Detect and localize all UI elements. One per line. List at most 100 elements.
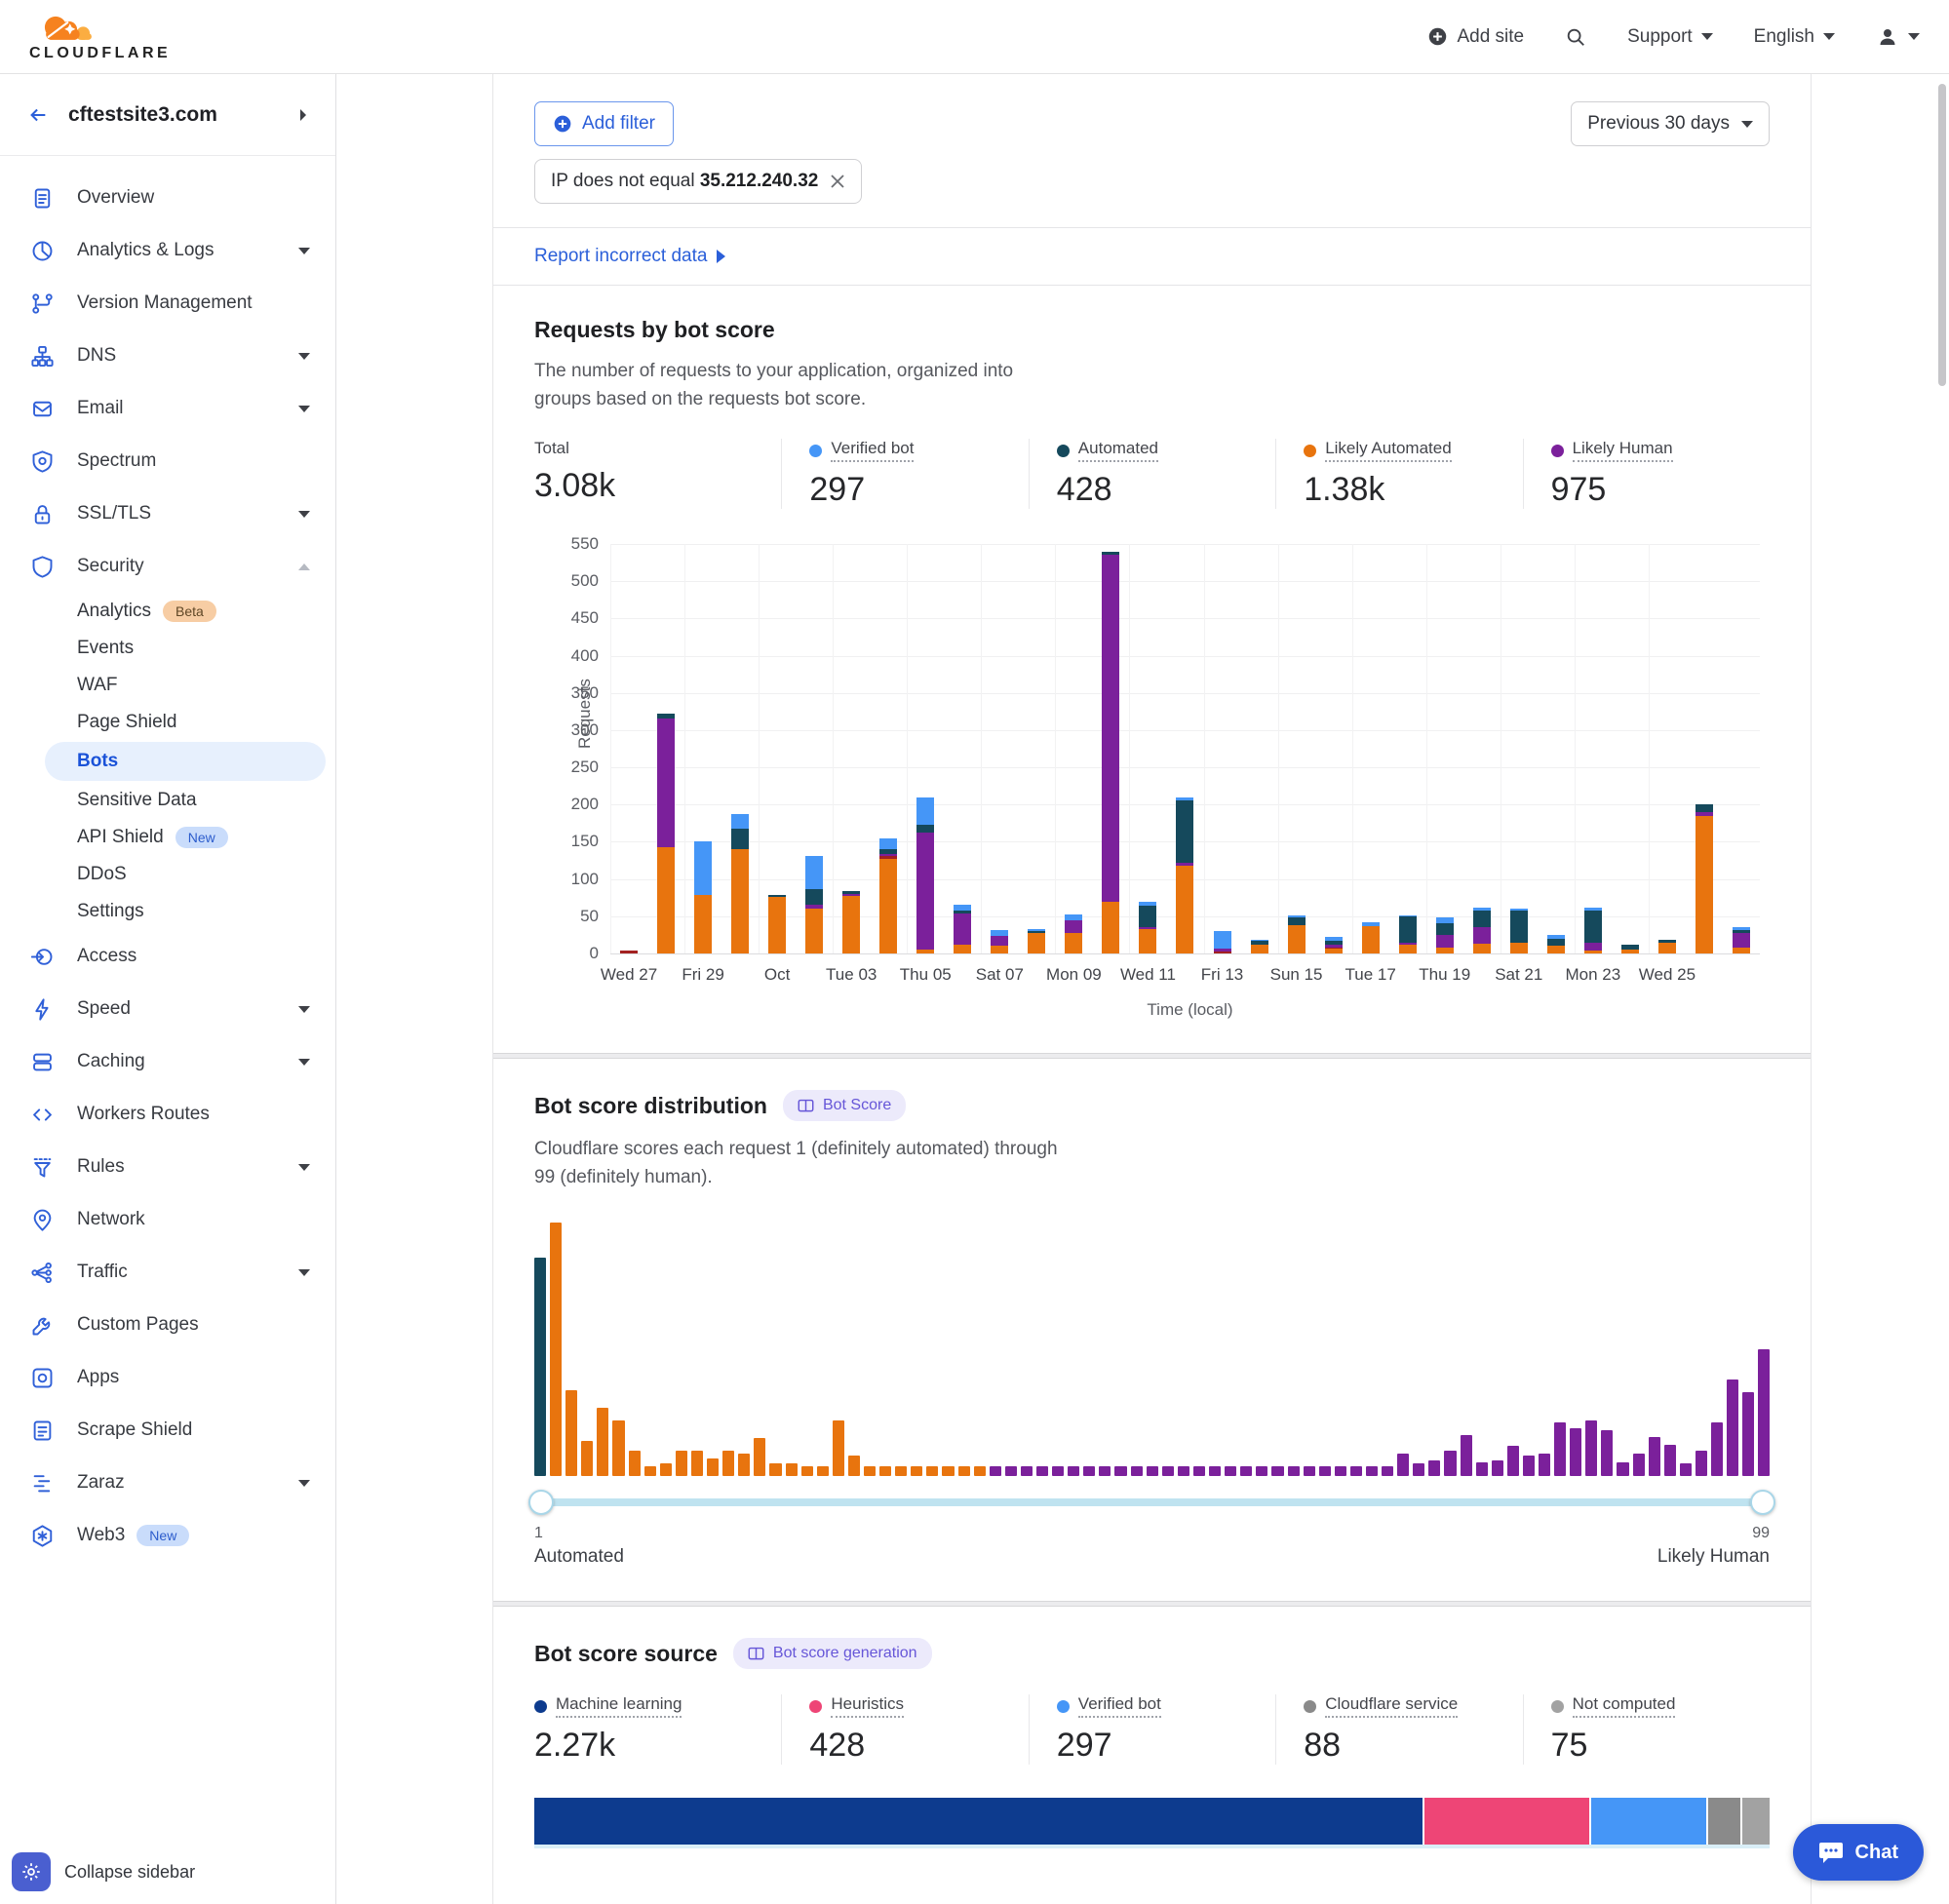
bar-unlabeled[interactable] — [1686, 544, 1723, 953]
bar-unlabeled[interactable] — [721, 544, 759, 953]
sidebar-subitem-bots[interactable]: Bots — [45, 742, 326, 781]
bar-unlabeled[interactable] — [1166, 544, 1203, 953]
sidebar-item-workers-routes[interactable]: Workers Routes — [0, 1088, 335, 1141]
histogram-bar — [676, 1451, 687, 1476]
sidebar-item-apps[interactable]: Apps — [0, 1351, 335, 1404]
sidebar-item-dns[interactable]: DNS — [0, 330, 335, 382]
sidebar-subitem-page-shield[interactable]: Page Shield — [0, 704, 335, 741]
source-stacked-bar[interactable] — [534, 1798, 1770, 1848]
filter-area: Add filter IP does not equal 35.212.240.… — [493, 74, 1811, 227]
bar-unlabeled[interactable] — [647, 544, 684, 953]
bar-stack — [1621, 945, 1639, 953]
add-filter-button[interactable]: Add filter — [534, 101, 674, 146]
bar-mon-23[interactable]: Mon 23 — [1575, 544, 1612, 953]
sidebar-item-network[interactable]: Network — [0, 1193, 335, 1246]
search-button[interactable] — [1565, 26, 1586, 48]
bar-sat-21[interactable]: Sat 21 — [1501, 544, 1538, 953]
scrollbar[interactable] — [1938, 84, 1946, 386]
sidebar-item-caching[interactable]: Caching — [0, 1035, 335, 1088]
bar-unlabeled[interactable] — [1538, 544, 1575, 953]
bar-unlabeled[interactable] — [796, 544, 833, 953]
bar-fri-29[interactable]: Fri 29 — [684, 544, 721, 953]
report-row: Report incorrect data — [493, 228, 1811, 285]
chevron-down-icon — [1701, 33, 1713, 40]
bar-unlabeled[interactable] — [1241, 544, 1278, 953]
sidebar-item-ssl-tls[interactable]: SSL/TLS — [0, 487, 335, 540]
segment-likely-automated — [1696, 816, 1713, 953]
sidebar-subitem-ddos[interactable]: DDoS — [0, 856, 335, 893]
bar-tue-17[interactable]: Tue 17 — [1352, 544, 1389, 953]
account-menu[interactable] — [1876, 25, 1920, 49]
bot-score-histogram[interactable] — [534, 1221, 1770, 1476]
sidebar-subitem-events[interactable]: Events — [0, 630, 335, 667]
stat-value: 975 — [1551, 471, 1760, 509]
bar-wed-11[interactable]: Wed 11 — [1129, 544, 1166, 953]
bar-sat-07[interactable]: Sat 07 — [981, 544, 1018, 953]
segment-verified-bot — [916, 797, 934, 825]
sidebar-item-overview[interactable]: Overview — [0, 172, 335, 224]
bar-sun-15[interactable]: Sun 15 — [1278, 544, 1315, 953]
chat-button[interactable]: Chat — [1793, 1824, 1924, 1881]
sidebar-item-scrape-shield[interactable]: Scrape Shield — [0, 1404, 335, 1457]
settings-gear-button[interactable] — [12, 1852, 51, 1891]
sidebar-item-speed[interactable]: Speed — [0, 983, 335, 1035]
segment-automated — [1547, 939, 1565, 947]
bar-unlabeled[interactable] — [1018, 544, 1055, 953]
bar-unlabeled[interactable] — [870, 544, 907, 953]
sidebar-subitem-settings[interactable]: Settings — [0, 893, 335, 930]
stat-value: 428 — [809, 1727, 1018, 1765]
close-icon[interactable] — [830, 174, 845, 189]
bar-unlabeled[interactable] — [1389, 544, 1426, 953]
sidebar-item-traffic[interactable]: Traffic — [0, 1246, 335, 1299]
bar-unlabeled[interactable] — [944, 544, 981, 953]
sidebar-item-analytics-logs[interactable]: Analytics & Logs — [0, 224, 335, 277]
slider-handle-max[interactable] — [1750, 1490, 1775, 1515]
language-menu[interactable]: English — [1754, 26, 1835, 48]
sidebar-item-version-management[interactable]: Version Management — [0, 277, 335, 330]
bar-thu-19[interactable]: Thu 19 — [1426, 544, 1463, 953]
bot-score-generation-badge[interactable]: Bot score generation — [733, 1638, 932, 1669]
bar-wed-25[interactable]: Wed 25 — [1649, 544, 1686, 953]
back-arrow-icon[interactable] — [25, 104, 51, 126]
slider-track[interactable] — [534, 1498, 1770, 1506]
bar-unlabeled[interactable] — [1463, 544, 1501, 953]
sidebar-item-access[interactable]: Access — [0, 930, 335, 983]
sidebar-item-custom-pages[interactable]: Custom Pages — [0, 1299, 335, 1351]
bar-mon-09[interactable]: Mon 09 — [1055, 544, 1092, 953]
requests-bar-chart[interactable]: Requests 0501001502002503003504004505005… — [610, 544, 1760, 953]
sidebar-item-rules[interactable]: Rules — [0, 1141, 335, 1193]
sidebar-subitem-waf[interactable]: WAF — [0, 667, 335, 704]
add-site-button[interactable]: Add site — [1427, 26, 1524, 48]
dns-icon — [29, 343, 56, 369]
sidebar-item-web3[interactable]: Web3New — [0, 1509, 335, 1562]
y-tick-label: 250 — [571, 758, 599, 777]
filter-chip[interactable]: IP does not equal 35.212.240.32 — [534, 159, 862, 204]
support-menu[interactable]: Support — [1627, 26, 1713, 48]
segment-automated — [1176, 800, 1193, 862]
sidebar-item-email[interactable]: Email — [0, 382, 335, 435]
segment-likely-automated — [657, 847, 675, 953]
slider-handle-min[interactable] — [528, 1490, 554, 1515]
bar-oct[interactable]: Oct — [759, 544, 796, 953]
chevron-right-icon[interactable] — [296, 107, 310, 123]
report-incorrect-data-link[interactable]: Report incorrect data — [534, 246, 725, 267]
bar-unlabeled[interactable] — [1092, 544, 1129, 953]
collapse-sidebar[interactable]: Collapse sidebar — [0, 1840, 334, 1904]
bar-fri-13[interactable]: Fri 13 — [1204, 544, 1241, 953]
segment-likely-human — [1584, 943, 1602, 951]
bar-unlabeled[interactable] — [1723, 544, 1760, 953]
bot-score-badge[interactable]: Bot Score — [783, 1090, 906, 1121]
bar-thu-05[interactable]: Thu 05 — [907, 544, 944, 953]
sidebar-subitem-api-shield[interactable]: API ShieldNew — [0, 819, 335, 856]
bar-wed-27[interactable]: Wed 27 — [610, 544, 647, 953]
sidebar-item-security[interactable]: Security — [0, 540, 335, 593]
sidebar-item-zaraz[interactable]: Zaraz — [0, 1457, 335, 1509]
bar-tue-03[interactable]: Tue 03 — [833, 544, 870, 953]
bar-unlabeled[interactable] — [1315, 544, 1352, 953]
sidebar-item-spectrum[interactable]: Spectrum — [0, 435, 335, 487]
histogram-bar — [1382, 1466, 1393, 1476]
date-range-button[interactable]: Previous 30 days — [1571, 101, 1770, 146]
sidebar-subitem-analytics[interactable]: AnalyticsBeta — [0, 593, 335, 630]
bar-unlabeled[interactable] — [1612, 544, 1649, 953]
sidebar-subitem-sensitive-data[interactable]: Sensitive Data — [0, 782, 335, 819]
